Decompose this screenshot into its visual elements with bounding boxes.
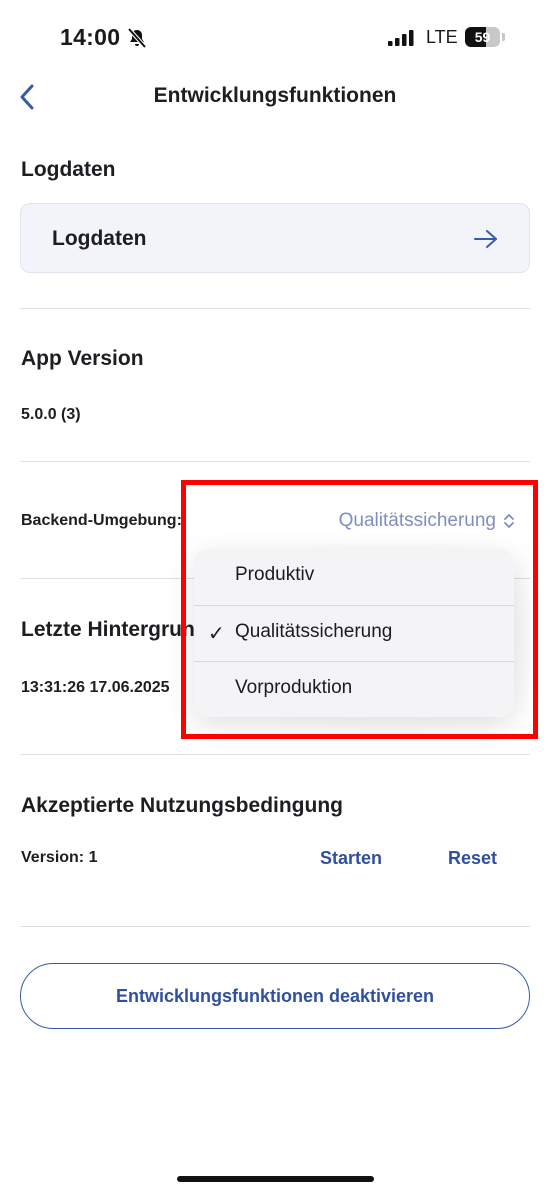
app-version-value: 5.0.0 (3) [21, 406, 81, 423]
logdaten-card-label: Logdaten [52, 227, 147, 250]
terms-section-title: Akzeptierte Nutzungsbedingung [21, 794, 343, 817]
divider [20, 926, 530, 927]
bell-muted-icon [127, 28, 147, 48]
app-version-title: App Version [21, 347, 144, 370]
battery-icon: 59 [465, 27, 505, 47]
background-timestamp: 13:31:26 17.06.2025 [21, 679, 170, 696]
status-time: 14:00 [60, 24, 121, 50]
network-type: LTE [426, 27, 458, 47]
logdaten-card[interactable]: Logdaten [20, 203, 530, 273]
deactivate-developer-functions-button[interactable]: Entwicklungsfunktionen deaktivieren [20, 963, 530, 1029]
backend-label: Backend-Umgebung: [21, 512, 182, 529]
divider [20, 308, 530, 309]
signal-icon [388, 30, 414, 46]
page-title: Entwicklungsfunktionen [153, 84, 397, 107]
logdaten-section-title: Logdaten [21, 158, 116, 181]
home-indicator [177, 1176, 374, 1182]
divider [20, 461, 530, 462]
status-bar: 14:00 LTE 59 [0, 0, 550, 76]
divider [20, 754, 530, 755]
arrow-right-icon [474, 230, 497, 248]
terms-version: Version: 1 [21, 849, 98, 866]
battery-percent: 59 [474, 29, 491, 45]
start-terms-link[interactable]: Starten [320, 848, 382, 869]
background-section-title: Letzte Hintergrun [21, 618, 195, 641]
highlight-box [181, 480, 538, 739]
reset-terms-link[interactable]: Reset [448, 848, 497, 869]
